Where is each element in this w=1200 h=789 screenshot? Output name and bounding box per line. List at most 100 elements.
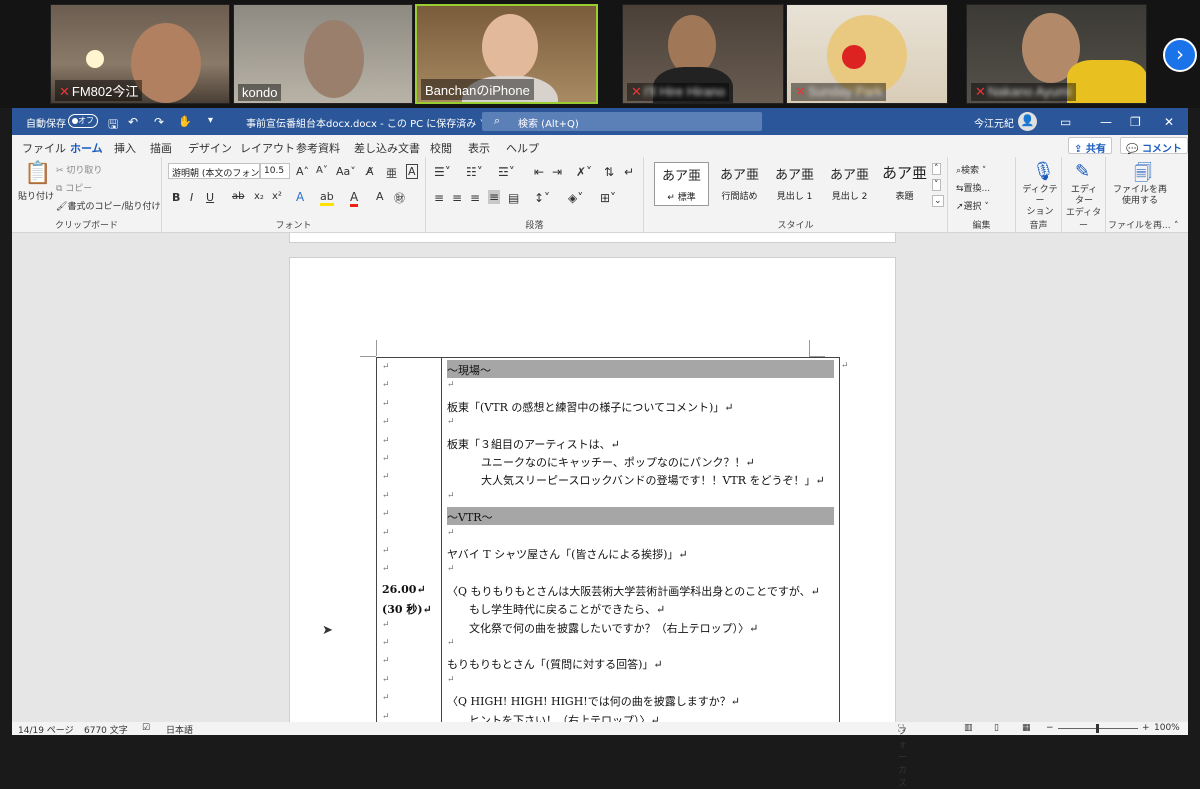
script-line[interactable]: 大人気スリーピースロックバンドの登場です！！VTR をどうぞ！」↵ [481,472,825,488]
collapse-ribbon-icon[interactable]: ˄ [1174,221,1179,231]
styles-more-icon[interactable]: ⌄ [932,195,944,207]
style-heading-1[interactable]: あア亜 見出し 1 [767,162,822,206]
subscript-icon[interactable]: x₂ [254,191,264,202]
web-layout-icon[interactable]: ▦ [1022,723,1031,733]
align-left-icon[interactable]: ≡ [434,191,444,205]
time-cell[interactable]: ↵ [382,620,390,630]
section-heading[interactable]: ～現場～ [447,362,491,378]
styles-scroll-up-icon[interactable]: ˄ [932,163,941,175]
script-line[interactable]: 板東「３組目のアーティストは、↵ [447,436,620,452]
tab-insert[interactable]: 挿入 [114,140,136,156]
numbering-icon[interactable]: ☷˅ [466,165,483,179]
time-cell[interactable]: ↵ [382,362,390,372]
tab-home[interactable]: ホーム [70,140,103,161]
language[interactable]: 日本語 [166,723,193,736]
editor-pen-icon[interactable]: ✎ [1075,161,1090,182]
style-normal[interactable]: あア亜 ↵ 標準 [654,162,709,206]
font-name-select[interactable]: 游明朝 (本文のフォン [168,163,260,179]
decrease-indent-icon[interactable]: ⇤ [534,165,544,179]
asian-layout-icon[interactable]: ✗˅ [576,165,592,179]
time-cell[interactable]: 26.00↵ [382,583,426,596]
time-cell[interactable]: ↵ [382,491,390,501]
bold-icon[interactable]: B [172,191,180,204]
paste-icon[interactable]: 📋 [24,161,51,186]
user-avatar-icon[interactable]: 👤 [1018,112,1037,131]
script-line[interactable]: ↵ [447,528,455,538]
justify-icon[interactable]: ≡ [488,190,501,204]
time-cell[interactable]: ↵ [382,417,390,427]
document-canvas[interactable]: ↵ ～現場～ ↵ ↵ ↵ 板東「(VTR の感想と練習中の様子についてコメント)」↵ ↵ ↵ ↵… [12,233,1188,722]
tab-references[interactable]: 参考資料 [296,140,340,156]
video-tile-6[interactable]: ✕ Nakano Ayumi [966,4,1147,104]
copy-button[interactable]: ⧉ コピー [56,181,92,194]
proofing-icon[interactable]: ☑ [142,723,150,733]
time-cell[interactable]: ↵ [382,546,390,556]
time-cell[interactable]: ↵ [382,472,390,482]
style-no-spacing[interactable]: あア亜 行間詰め [712,162,767,206]
strikethrough-icon[interactable]: ab [232,191,244,202]
time-cell[interactable]: (30 秒)↵ [382,601,432,617]
microphone-icon[interactable]: 🎙 [1032,161,1055,182]
video-tile-4[interactable]: ✕ I'll Hire Hirano [622,4,784,104]
script-line[interactable]: ↵ [447,380,455,390]
tab-help[interactable]: ヘルプ [506,140,539,156]
script-line[interactable]: ヤバイ T シャツ屋さん「(皆さんによる挨拶)」↵ [447,546,688,562]
script-line[interactable]: 〈Q HIGH! HIGH! HIGH!では何の曲を披露しますか？↵ [447,693,740,709]
time-cell[interactable]: ↵ [382,509,390,519]
reuse-files-button[interactable]: ファイルを再 使用する [1110,185,1170,207]
share-button[interactable]: ⇪ 共有 [1068,137,1112,155]
dictate-button[interactable]: ディクテー ション [1020,185,1060,218]
time-cell[interactable]: ↵ [382,712,390,722]
font-color-icon[interactable]: A [350,190,359,207]
document-page[interactable]: ↵ ～現場～ ↵ ↵ ↵ 板東「(VTR の感想と練習中の様子についてコメント)」↵ ↵ ↵ ↵… [289,257,896,722]
time-cell[interactable]: ↵ [382,528,390,538]
text-effects-icon[interactable]: A [296,190,304,204]
script-line[interactable]: ヒントを下さい！（右上テロップ）〉↵ [469,712,660,722]
read-mode-icon[interactable]: ▥ [964,723,973,733]
print-layout-icon[interactable]: ▯ [994,723,999,733]
zoom-out-icon[interactable]: − [1046,723,1054,733]
script-line[interactable]: もりもりもとさん「(質問に対する回答)」↵ [447,656,663,672]
script-line[interactable]: ↵ [447,638,455,648]
replace-button[interactable]: ⇆置換... [956,181,990,194]
underline-icon[interactable]: U [206,191,214,204]
tab-mailings[interactable]: 差し込み文書 [354,140,420,156]
script-line[interactable]: ↵ [447,491,455,501]
script-line[interactable]: 板東「(VTR の感想と練習中の様子についてコメント)」↵ [447,399,734,415]
tab-review[interactable]: 校閲 [430,140,452,156]
script-line[interactable]: ユニークなのにキャッチー、ポップなのにパンク？！↵ [481,454,755,470]
zoom-level[interactable]: 100% [1154,723,1180,733]
superscript-icon[interactable]: x² [272,191,282,202]
next-page-arrow-icon[interactable]: › [1163,38,1197,72]
zoom-slider-thumb[interactable] [1096,724,1099,733]
time-cell[interactable]: ↵ [382,380,390,390]
tab-layout[interactable]: レイアウト [240,140,295,156]
touch-mode-icon[interactable]: ✋ [178,115,192,128]
restore-icon[interactable]: ❐ [1130,115,1141,129]
time-cell[interactable]: ↵ [382,436,390,446]
time-cell[interactable]: ↵ [382,656,390,666]
video-tile-3-active-speaker[interactable]: BanchanのiPhone [415,4,598,104]
close-icon[interactable]: ✕ [1164,115,1174,129]
find-button[interactable]: ⌕検索 ˅ [956,163,986,176]
multilevel-list-icon[interactable]: ☲˅ [498,165,515,179]
italic-icon[interactable]: I [190,191,193,204]
customize-toolbar-icon[interactable]: ▾ [208,115,213,126]
script-line[interactable]: ↵ [447,564,455,574]
script-line[interactable]: ↵ [447,417,455,427]
video-tile-5[interactable]: ✕ Sunday Park [786,4,948,104]
sort-icon[interactable]: ⇅ [604,165,614,179]
time-cell[interactable]: ↵ [382,638,390,648]
ribbon-display-icon[interactable]: ▭ [1060,115,1071,129]
bullets-icon[interactable]: ☰˅ [434,165,451,179]
style-heading-2[interactable]: あア亜 見出し 2 [822,162,877,206]
line-spacing-icon[interactable]: ↕˅ [534,191,550,205]
enclose-char-icon[interactable]: ㊖ [394,190,405,206]
time-cell[interactable]: ↵ [382,564,390,574]
align-center-icon[interactable]: ≡ [452,191,462,205]
undo-icon[interactable]: ↶ [128,115,138,129]
shrink-font-icon[interactable]: A˅ [316,165,328,176]
borders-icon[interactable]: ⊞˅ [600,191,616,205]
autosave-toggle[interactable]: オフ [68,114,98,128]
styles-scroll-down-icon[interactable]: ˅ [932,179,941,191]
